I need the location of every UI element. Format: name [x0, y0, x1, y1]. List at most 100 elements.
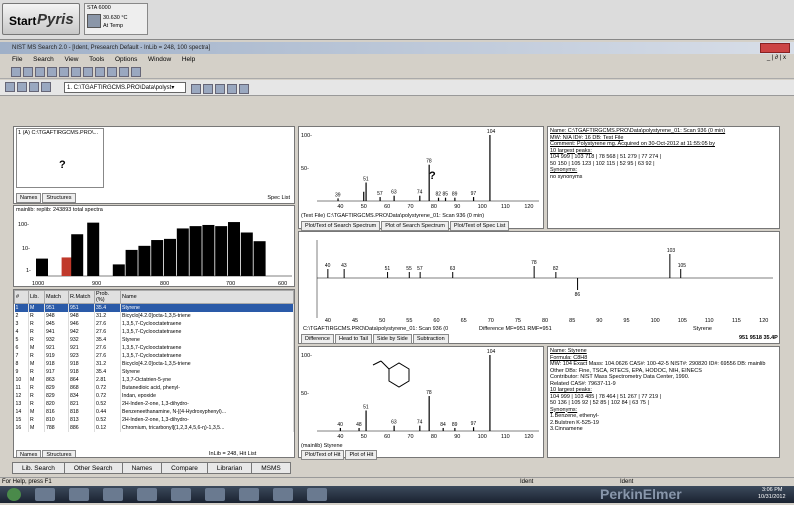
- tab-subtraction[interactable]: Subtraction: [412, 334, 449, 344]
- start-orb-icon[interactable]: [7, 488, 21, 501]
- app-icon[interactable]: [273, 488, 293, 501]
- table-cell: 27.6: [94, 319, 121, 328]
- explorer-icon[interactable]: [35, 488, 55, 501]
- save-icon[interactable]: [29, 82, 39, 92]
- structure-icon[interactable]: [215, 84, 225, 94]
- tab-other-search[interactable]: Other Search: [63, 462, 123, 474]
- menu-search[interactable]: Search: [33, 56, 54, 63]
- table-cell: 35.4: [94, 367, 121, 376]
- table-row[interactable]: 11 R 829 868 0.72 Butanedioic acid, phenyl-: [14, 383, 294, 392]
- start-pyris-button[interactable]: Start Pyris: [2, 3, 80, 35]
- search-icon[interactable]: [5, 82, 15, 92]
- zoom-out-icon[interactable]: [239, 84, 249, 94]
- app-icon[interactable]: [239, 488, 259, 501]
- tab-structures[interactable]: Structures: [42, 193, 76, 203]
- col-header[interactable]: Match: [44, 290, 69, 304]
- y-tick-label: 100-: [301, 353, 312, 359]
- benzene-ring: [388, 362, 410, 388]
- col-header[interactable]: Lib.: [28, 290, 45, 304]
- x-tick-label: 100: [478, 204, 487, 210]
- tab-head-to-tail[interactable]: Head to Tail: [334, 334, 372, 344]
- app-icon[interactable]: [307, 488, 327, 501]
- menu-options[interactable]: Options: [115, 56, 137, 63]
- app-icon[interactable]: [171, 488, 191, 501]
- table-row[interactable]: 14 M 816 818 0.44 Benzeneethanamine, N-[(4-Hy…: [14, 407, 294, 416]
- table-row[interactable]: 4 R 941 942 27.6 1,3,5,7-Cyclooctatetraene: [14, 327, 294, 336]
- menu-view[interactable]: View: [64, 56, 78, 63]
- library-icon[interactable]: [59, 67, 69, 77]
- tab-compare[interactable]: Compare: [161, 462, 208, 474]
- table-cell: 35.4: [94, 335, 121, 344]
- zoom-in-icon[interactable]: [227, 84, 237, 94]
- tab-names[interactable]: Names: [16, 450, 42, 457]
- table-row[interactable]: 3 R 945 946 27.6 1,3,5,7-Cyclooctatetraene: [14, 319, 294, 328]
- print-icon[interactable]: [47, 67, 57, 77]
- tab-msms[interactable]: MSMS: [251, 462, 291, 474]
- tab-side-by-side[interactable]: Side by Side: [372, 334, 412, 344]
- tab-names[interactable]: Names: [16, 193, 42, 203]
- menu-tools[interactable]: Tools: [89, 56, 104, 63]
- menu-help[interactable]: Help: [182, 56, 195, 63]
- tab-plot-search[interactable]: Plot of Search Spectrum: [381, 221, 449, 231]
- tab-plot-hit[interactable]: Plot of Hit: [345, 450, 378, 460]
- copy-icon[interactable]: [23, 67, 33, 77]
- tab-plot-speclist[interactable]: Plot/Text of Spec List: [449, 221, 510, 231]
- table-row[interactable]: 2 R 948 948 31.2 Bicyclo[4.2.0]octa-1,3,5-tri…: [14, 311, 294, 320]
- lib-plot-tabs: Plot/Text of Hit Plot of Hit: [299, 450, 378, 460]
- list-icon[interactable]: [95, 67, 105, 77]
- menu-window[interactable]: Window: [148, 56, 171, 63]
- table-row[interactable]: 10 M 863 864 2.81 1,3,7-Octatrien-5-yne: [14, 375, 294, 384]
- paste-icon[interactable]: [35, 67, 45, 77]
- x-tick-label: 110: [705, 318, 714, 324]
- menu-file[interactable]: File: [12, 56, 22, 63]
- table-row[interactable]: 7 R 919 923 27.6 1,3,5,7-Cyclooctatetraene: [14, 351, 294, 360]
- x-tick-label: 80: [431, 434, 437, 440]
- peak-label: 55: [406, 266, 412, 272]
- open-icon[interactable]: [17, 82, 27, 92]
- table-row[interactable]: 1 M 951 951 35.4 Styrene: [14, 303, 294, 312]
- hit-info-panel: Name: Styrene Formula: C8H8 MW: 104 Exac…: [547, 346, 780, 458]
- folder-icon[interactable]: [69, 488, 89, 501]
- tab-plot-text-hit[interactable]: Plot/Text of Hit: [301, 450, 345, 460]
- scale-icon[interactable]: [203, 84, 213, 94]
- table-cell: 3: [14, 319, 29, 328]
- table-cell: Benzeneethanamine, N-[(4-Hydroxyphenyl).…: [120, 407, 294, 416]
- compare-icon[interactable]: [83, 67, 93, 77]
- peak-label: 63: [391, 190, 397, 196]
- tab-librarian[interactable]: Librarian: [206, 462, 253, 474]
- tab-difference[interactable]: Difference: [301, 334, 334, 344]
- structure-thumbnail[interactable]: 1 (A) C:\TGAFTIRGCMS.PRO\... ?: [16, 128, 104, 188]
- histogram-bar: [36, 258, 48, 276]
- col-header[interactable]: Prob. (%): [94, 290, 121, 304]
- col-header[interactable]: #: [14, 290, 29, 304]
- table-row[interactable]: 13 R 820 821 0.52 2H-Inden-2-one, 1,3-dihydro…: [14, 399, 294, 408]
- table-row[interactable]: 6 M 921 921 27.6 1,3,5,7-Cyclooctatetraene: [14, 343, 294, 352]
- window-controls[interactable]: [760, 43, 790, 53]
- table-row[interactable]: 15 R 810 813 0.52 2H-Inden-2-one, 1,3-dihydro…: [14, 415, 294, 424]
- table-cell: 9: [14, 367, 29, 376]
- table-row[interactable]: 5 R 932 932 35.4 Styrene: [14, 335, 294, 344]
- spectrum-icon[interactable]: [41, 82, 51, 92]
- app-icon[interactable]: [137, 488, 157, 501]
- media-icon[interactable]: [103, 488, 123, 501]
- tab-lib-search[interactable]: Lib. Search: [12, 462, 65, 474]
- table-row[interactable]: 8 M 918 918 31.2 Bicyclo[4.2.0]octa-1,3,5-tri…: [14, 359, 294, 368]
- col-header[interactable]: Name: [120, 290, 294, 304]
- table-row[interactable]: 16 M 788 886 0.12 Chromium, tricarbonyl[(1,2,…: [14, 423, 294, 432]
- back-icon[interactable]: [107, 67, 117, 77]
- col-header[interactable]: R.Match: [68, 290, 95, 304]
- settings-icon[interactable]: [191, 84, 201, 94]
- tab-plot-text-search[interactable]: Plot/Text of Search Spectrum: [301, 221, 381, 231]
- tab-structures[interactable]: Structures: [42, 450, 76, 457]
- table-row[interactable]: 12 R 829 834 0.72 Indan, epoxide: [14, 391, 294, 400]
- cut-icon[interactable]: [11, 67, 21, 77]
- sta-status-widget[interactable]: STA 6000 30.630 °C At Temp: [84, 3, 148, 35]
- forward-icon[interactable]: [119, 67, 129, 77]
- table-row[interactable]: 9 R 917 918 35.4 Styrene: [14, 367, 294, 376]
- mdi-controls[interactable]: _ | ∂ | x: [767, 55, 786, 61]
- app-icon[interactable]: [205, 488, 225, 501]
- spectrum-file-select[interactable]: 1. C:\TGAFTIRGCMS.PRO\Data\polyst▾: [64, 82, 186, 93]
- tab-names[interactable]: Names: [121, 462, 163, 474]
- grid-icon[interactable]: [71, 67, 81, 77]
- help-icon[interactable]: [131, 67, 141, 77]
